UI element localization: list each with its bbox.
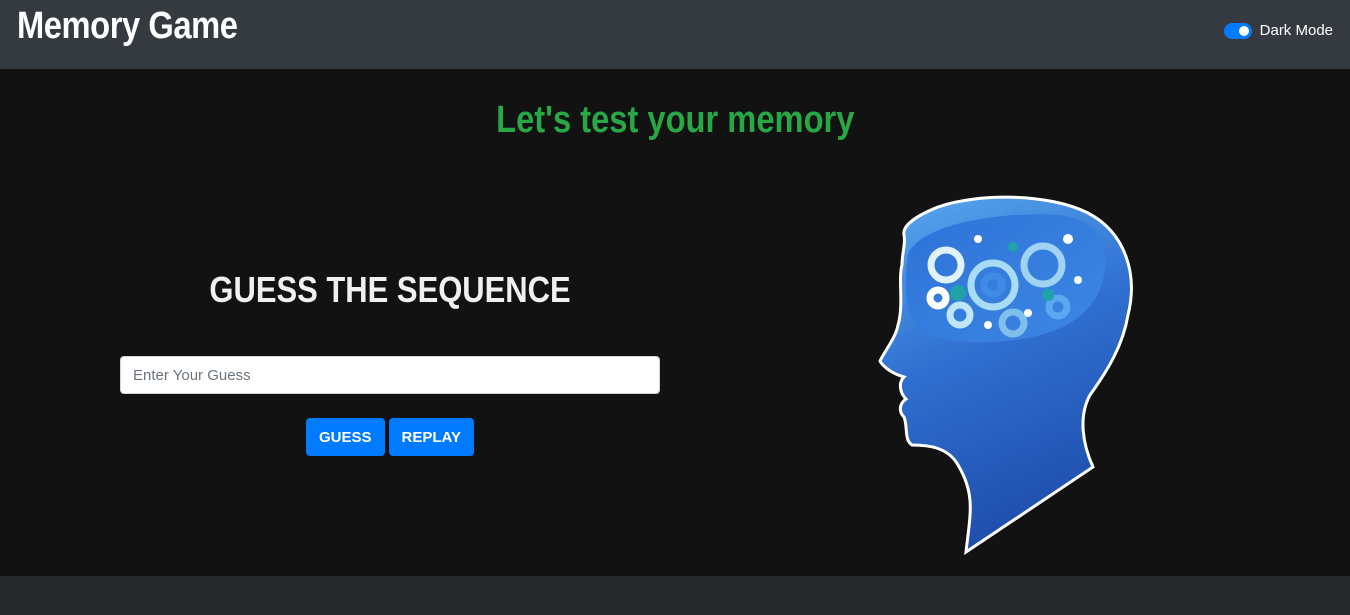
brain-gears-head-icon — [878, 195, 1133, 555]
app-title: Memory Game — [17, 5, 238, 47]
dark-mode-toggle[interactable]: Dark Mode — [1223, 22, 1333, 39]
main-content: Let's test your memory GUESS THE SEQUENC… — [0, 69, 1350, 576]
guess-panel: GUESS THE SEQUENCE GUESS REPLAY — [120, 269, 660, 456]
footer — [0, 576, 1350, 615]
guess-title: GUESS THE SEQUENCE — [120, 269, 660, 315]
dark-mode-switch[interactable] — [1223, 22, 1252, 39]
dark-mode-label: Dark Mode — [1259, 22, 1333, 39]
replay-button[interactable]: REPLAY — [388, 418, 474, 456]
navbar: Memory Game Dark Mode — [0, 0, 1350, 69]
action-buttons: GUESS REPLAY — [120, 418, 660, 456]
page-headline-text: Let's test your memory — [495, 99, 855, 141]
guess-input[interactable] — [120, 356, 660, 394]
switch-knob-icon — [1238, 25, 1249, 36]
guess-button[interactable]: GUESS — [306, 418, 385, 456]
page-headline: Let's test your memory — [0, 99, 1350, 142]
guess-title-text: GUESS THE SEQUENCE — [209, 269, 571, 310]
